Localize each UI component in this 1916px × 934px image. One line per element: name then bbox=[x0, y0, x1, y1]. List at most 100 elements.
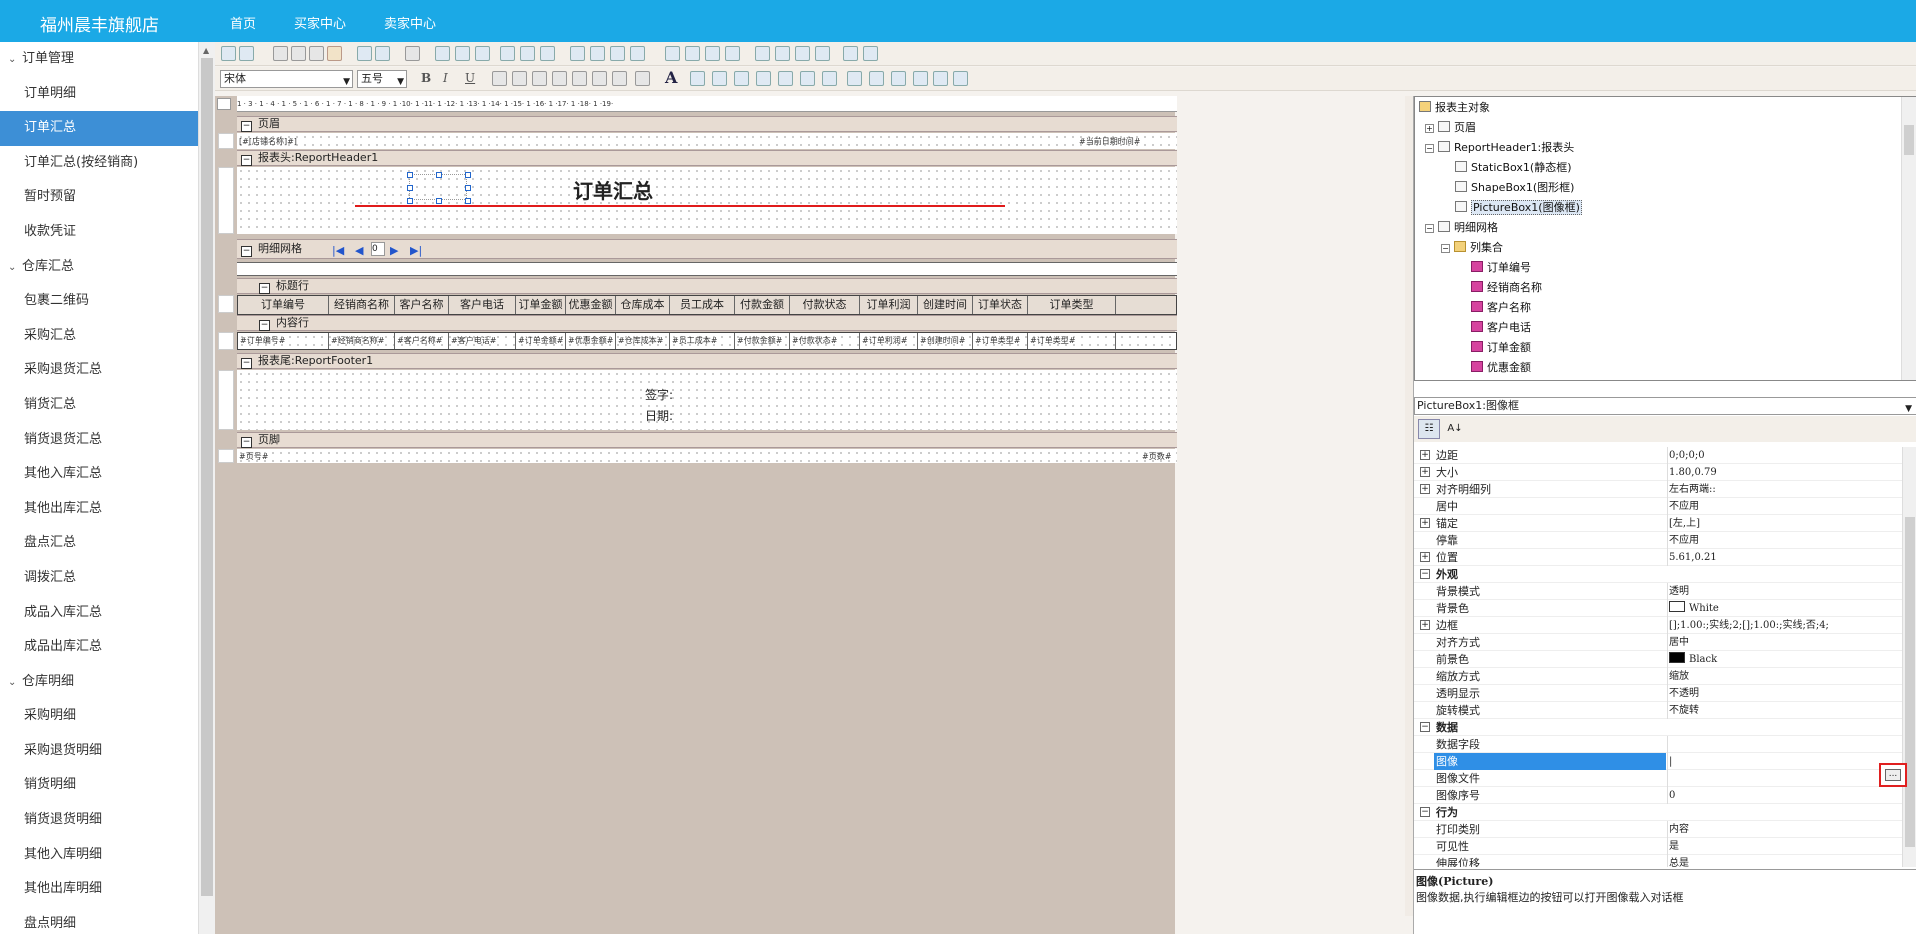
object-tree[interactable]: 报表主对象 + 页眉 − ReportHeader1:报表头 StaticBox1(静态框… bbox=[1414, 96, 1916, 381]
grid-cell-field[interactable]: #创建时间# bbox=[918, 333, 973, 349]
sign-label[interactable]: 签字: bbox=[645, 386, 673, 403]
sidebar-item[interactable]: 订单明细 bbox=[0, 77, 198, 112]
resize-handle[interactable] bbox=[436, 172, 442, 178]
insert-control-icon[interactable] bbox=[778, 71, 793, 86]
toolbar-tool-icon[interactable] bbox=[405, 46, 420, 61]
property-row[interactable]: 透明显示 不透明 bbox=[1414, 685, 1902, 702]
sidebar-item[interactable]: 销货汇总 bbox=[0, 388, 198, 423]
property-row[interactable]: 数据字段 bbox=[1414, 736, 1902, 753]
sidebar-item[interactable]: 其他出库汇总 bbox=[0, 492, 198, 527]
band-title-row[interactable]: − 标题行 bbox=[237, 278, 1177, 294]
store-brand-title[interactable]: 福州晨丰旗舰店 bbox=[40, 11, 159, 36]
sidebar-item[interactable]: 其他入库汇总 bbox=[0, 457, 198, 492]
align-tool-icon[interactable] bbox=[512, 71, 527, 86]
property-value[interactable]: 0;0;0;0 bbox=[1669, 447, 1894, 464]
band-detail-grid[interactable]: − 明细网格 |◀ ◀ 0 ▶ ▶| bbox=[237, 239, 1177, 259]
toolbar-tool-icon[interactable] bbox=[775, 46, 790, 61]
grid-cell-field[interactable]: #订单类型# bbox=[973, 333, 1028, 349]
insert-control-icon[interactable] bbox=[933, 71, 948, 86]
tree-node[interactable]: 订单编号 bbox=[1471, 259, 1531, 275]
property-row[interactable]: 停靠 不应用 bbox=[1414, 532, 1902, 549]
grid-column-header[interactable]: 订单金额 bbox=[516, 296, 566, 314]
nav-home-link[interactable]: 首页 bbox=[230, 13, 256, 32]
property-value[interactable]: 总是 bbox=[1669, 855, 1894, 867]
property-row[interactable]: + 大小 1.80,0.79 bbox=[1414, 464, 1902, 481]
expand-toggle-icon[interactable]: − bbox=[1425, 144, 1434, 153]
resize-handle[interactable] bbox=[407, 185, 413, 191]
property-row[interactable]: 居中 不应用 bbox=[1414, 498, 1902, 515]
grid-cell-field[interactable]: #付款金额# bbox=[735, 333, 790, 349]
tree-node[interactable]: ShapeBox1(图形框) bbox=[1455, 179, 1574, 195]
resize-handle[interactable] bbox=[407, 198, 413, 204]
underline-button[interactable]: U bbox=[465, 71, 475, 85]
toolbar-tool-icon[interactable] bbox=[610, 46, 625, 61]
grid-column-header[interactable]: 仓库成本 bbox=[616, 296, 670, 314]
image-browse-highlight[interactable]: ... bbox=[1879, 763, 1907, 787]
property-value[interactable]: 左右两端:: bbox=[1669, 481, 1894, 498]
categorized-view-icon[interactable]: ☷ bbox=[1418, 419, 1440, 439]
property-value[interactable]: 1.80,0.79 bbox=[1669, 464, 1894, 481]
tree-node[interactable]: − 列集合 bbox=[1441, 239, 1503, 255]
sidebar-item[interactable]: 订单汇总(按经销商) bbox=[0, 146, 198, 181]
grid-column-header[interactable]: 订单状态 bbox=[973, 296, 1028, 314]
align-tool-icon[interactable] bbox=[552, 71, 567, 86]
sidebar-item[interactable]: 收款凭证 bbox=[0, 215, 198, 250]
property-value[interactable]: 0 bbox=[1669, 787, 1894, 804]
tree-node[interactable]: 客户名称 bbox=[1471, 299, 1531, 315]
property-row[interactable]: 图像 | bbox=[1414, 753, 1902, 770]
property-category[interactable]: − 外观 bbox=[1414, 566, 1902, 583]
align-tool-icon[interactable] bbox=[612, 71, 627, 86]
toolbar-tool-icon[interactable] bbox=[725, 46, 740, 61]
toolbar-tool-icon[interactable] bbox=[327, 46, 342, 61]
property-value[interactable]: 居中 bbox=[1669, 634, 1894, 651]
sidebar-group[interactable]: ⌄ 仓库明细 bbox=[0, 665, 198, 700]
grid-cell-field[interactable]: #仓库成本# bbox=[616, 333, 670, 349]
resize-handle[interactable] bbox=[436, 198, 442, 204]
property-value[interactable]: 5.61,0.21 bbox=[1669, 549, 1894, 566]
toolbar-tool-icon[interactable] bbox=[843, 46, 858, 61]
page-header-area[interactable]: [#[店铺名称]#] #当前日期时间# bbox=[237, 133, 1177, 149]
toolbar-tool-icon[interactable] bbox=[795, 46, 810, 61]
last-record-icon[interactable]: ▶| bbox=[410, 242, 422, 260]
toolbar-tool-icon[interactable] bbox=[239, 46, 254, 61]
property-row[interactable]: 旋转模式 不旋转 bbox=[1414, 702, 1902, 719]
grid-column-header[interactable]: 订单编号 bbox=[238, 296, 329, 314]
property-row[interactable]: 缩放方式 缩放 bbox=[1414, 668, 1902, 685]
tree-node[interactable]: 经销商名称 bbox=[1471, 279, 1542, 295]
toolbar-tool-icon[interactable] bbox=[500, 46, 515, 61]
insert-control-icon[interactable] bbox=[953, 71, 968, 86]
font-family-select[interactable]: 宋体 ▼ bbox=[220, 70, 353, 88]
property-row[interactable]: 伸展位移 总是 bbox=[1414, 855, 1902, 867]
property-row[interactable]: 图像文件 bbox=[1414, 770, 1902, 787]
property-category[interactable]: − 数据 bbox=[1414, 719, 1902, 736]
picturebox-selection[interactable] bbox=[407, 172, 471, 204]
grid-cell-field[interactable]: #订单金额# bbox=[516, 333, 566, 349]
sidebar-item[interactable]: 调拨汇总 bbox=[0, 561, 198, 596]
nav-buyer-center-link[interactable]: 买家中心 bbox=[294, 13, 346, 32]
italic-button[interactable]: I bbox=[443, 71, 448, 85]
band-page-header[interactable]: − 页眉 bbox=[237, 116, 1177, 132]
property-value[interactable]: 不透明 bbox=[1669, 685, 1894, 702]
sidebar-group[interactable]: ⌄ 仓库汇总 bbox=[0, 250, 198, 285]
toolbar-tool-icon[interactable] bbox=[815, 46, 830, 61]
expand-toggle-icon[interactable]: + bbox=[1420, 518, 1430, 528]
property-scrollbar[interactable] bbox=[1902, 447, 1916, 867]
align-tool-icon[interactable] bbox=[592, 71, 607, 86]
expand-toggle-icon[interactable]: − bbox=[1441, 244, 1450, 253]
property-row[interactable]: + 边距 0;0;0;0 bbox=[1414, 447, 1902, 464]
expand-toggle-icon[interactable]: + bbox=[1420, 552, 1430, 562]
tree-node[interactable]: − 明细网格 bbox=[1425, 219, 1498, 235]
store-name-field[interactable]: [#[店铺名称]#] bbox=[239, 136, 297, 147]
toolbar-tool-icon[interactable] bbox=[221, 46, 236, 61]
property-value[interactable]: 缩放 bbox=[1669, 668, 1894, 685]
font-color-button[interactable]: A bbox=[665, 68, 677, 87]
insert-control-icon[interactable] bbox=[712, 71, 727, 86]
insert-control-icon[interactable] bbox=[913, 71, 928, 86]
property-value[interactable]: [左,上] bbox=[1669, 515, 1894, 532]
ellipsis-button[interactable]: ... bbox=[1885, 769, 1901, 781]
report-canvas[interactable]: 1 · 3 · 1 · 4 · 1 · 5 · 1 · 6 · 1 · 7 · … bbox=[215, 96, 1177, 934]
sidebar-item[interactable]: 销货退货明细 bbox=[0, 803, 198, 838]
insert-control-icon[interactable] bbox=[891, 71, 906, 86]
toolbar-tool-icon[interactable] bbox=[309, 46, 324, 61]
sidebar-item[interactable]: 销货明细 bbox=[0, 768, 198, 803]
